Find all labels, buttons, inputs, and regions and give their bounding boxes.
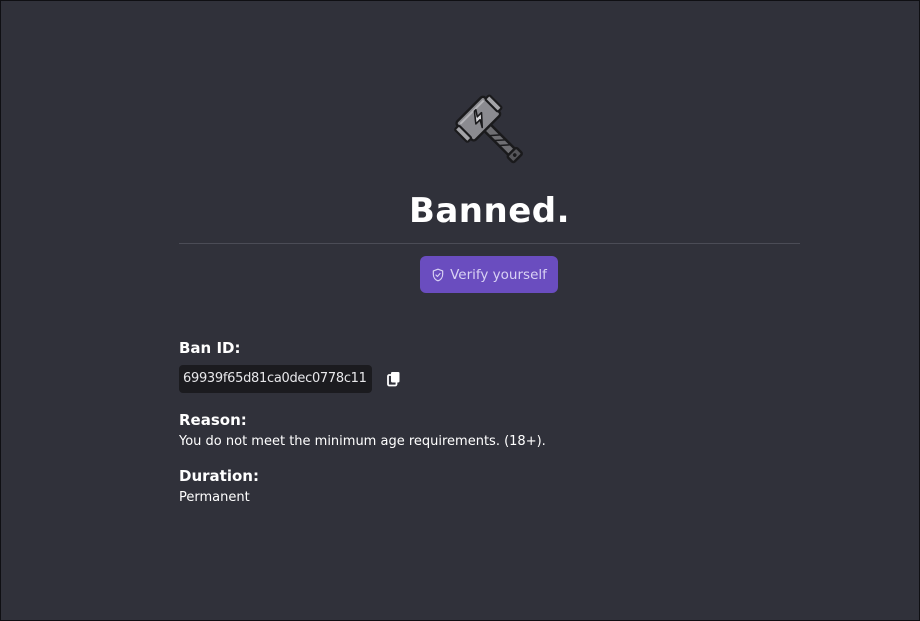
copy-icon[interactable]: [386, 371, 402, 387]
duration-label: Duration:: [179, 467, 259, 485]
verify-yourself-button[interactable]: Verify yourself: [420, 256, 558, 293]
shield-check-icon: [431, 268, 445, 282]
reason-value: You do not meet the minimum age requirem…: [179, 434, 546, 449]
divider: [179, 243, 800, 244]
page-title: Banned.: [408, 191, 571, 231]
reason-label: Reason:: [179, 411, 247, 429]
duration-value: Permanent: [179, 490, 250, 505]
hammer-icon: [447, 89, 533, 173]
ban-id-value[interactable]: 69939f65d81ca0dec0778c11: [179, 365, 372, 393]
verify-button-label: Verify yourself: [450, 266, 547, 283]
ban-id-label: Ban ID:: [179, 339, 241, 357]
